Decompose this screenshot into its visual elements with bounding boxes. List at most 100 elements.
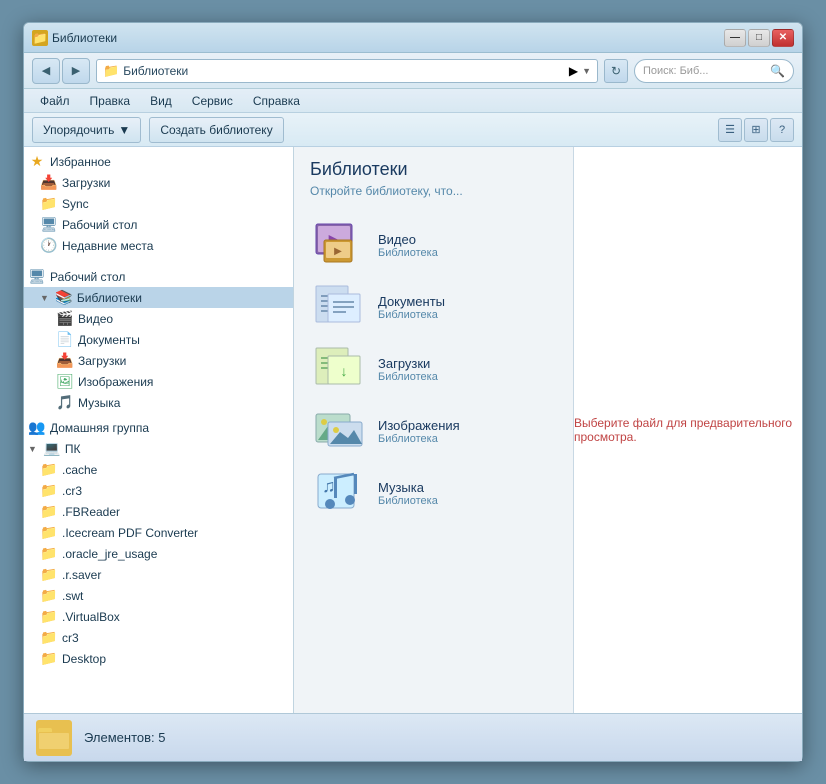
tree-item-pc[interactable]: ▼ 💻 ПК (24, 438, 293, 459)
lib-icon-downloads: ↓ (314, 346, 366, 392)
tree-item-swt[interactable]: 📁 .swt (24, 585, 293, 606)
swt-label: .swt (62, 589, 83, 603)
sync-label: Sync (62, 197, 89, 211)
tree-item-recent[interactable]: 🕐 Недавние места (24, 235, 293, 256)
lib-type-docs: Библиотека (378, 309, 445, 321)
libraries-icon: 📚 (55, 289, 73, 306)
status-text: Элементов: 5 (84, 730, 165, 745)
lib-name-docs: Документы (378, 294, 445, 309)
view-icons-button[interactable]: ⊞ (744, 118, 768, 142)
docs-label: Документы (78, 333, 140, 347)
search-box[interactable]: Поиск: Биб... 🔍 (634, 59, 794, 83)
lib-item-downloads[interactable]: ↓ Загрузки Библиотека (310, 338, 557, 400)
tree-item-homegroup[interactable]: 👥 Домашняя группа (24, 417, 293, 438)
close-button[interactable]: ✕ (772, 29, 794, 47)
menu-file[interactable]: Файл (32, 92, 78, 110)
tree-item-video[interactable]: 🎬 Видео (24, 308, 293, 329)
desktop-fav-label: Рабочий стол (62, 218, 137, 232)
recent-label: Недавние места (62, 239, 153, 253)
tree-item-desktop-pc[interactable]: 📁 Desktop (24, 648, 293, 669)
back-button[interactable]: ◀ (32, 58, 60, 84)
tree-item-icecream[interactable]: 📁 .Icecream PDF Converter (24, 522, 293, 543)
forward-button[interactable]: ▶ (62, 58, 90, 84)
lib-name-video: Видео (378, 232, 438, 247)
tree-item-cr3-2[interactable]: 📁 cr3 (24, 627, 293, 648)
video-label: Видео (78, 312, 113, 326)
recent-icon: 🕐 (40, 237, 58, 254)
menubar: Файл Правка Вид Сервис Справка (24, 89, 802, 113)
tree-item-oracle[interactable]: 📁 .oracle_jre_usage (24, 543, 293, 564)
downloads-label: Загрузки (62, 176, 110, 190)
address-path: Библиотеки (123, 64, 565, 78)
tree-item-cache[interactable]: 📁 .cache (24, 459, 293, 480)
desktop-icon: 🖥 (28, 268, 46, 285)
cache-label: .cache (62, 463, 97, 477)
icecream-icon: 📁 (40, 524, 58, 541)
virtualbox-label: .VirtualBox (62, 610, 120, 624)
menu-edit[interactable]: Правка (82, 92, 139, 110)
window-icon: 📁 (32, 30, 48, 46)
lib-icon-music: ♫ (314, 470, 366, 516)
lib-type-images: Библиотека (378, 433, 460, 445)
preview-text: Выберите файл для предварительного просм… (574, 416, 802, 444)
lib-item-video[interactable]: ▶ ▶ Видео Библиотека (310, 214, 557, 276)
tree-item-desktop-fav[interactable]: 🖥 Рабочий стол (24, 214, 293, 235)
svg-text:▶: ▶ (334, 246, 342, 257)
address-box[interactable]: 📁 Библиотеки ▶ ▼ (96, 59, 598, 83)
address-dropdown-icon[interactable]: ▼ (582, 66, 591, 76)
tree-item-cr3[interactable]: 📁 .cr3 (24, 480, 293, 501)
tree-item-music[interactable]: 🎵 Музыка (24, 392, 293, 413)
minimize-button[interactable]: — (724, 29, 746, 47)
svg-text:♫: ♫ (322, 476, 336, 496)
tree-panel: ★ Избранное 📥 Загрузки 📁 Sync 🖥 Рабочий … (24, 147, 294, 713)
images-label: Изображения (78, 375, 153, 389)
view-details-button[interactable]: ☰ (718, 118, 742, 142)
tree-item-desktop[interactable]: 🖥 Рабочий стол (24, 266, 293, 287)
menu-help[interactable]: Справка (245, 92, 308, 110)
tree-item-favorites[interactable]: ★ Избранное (24, 151, 293, 172)
toolbar: Упорядочить ▼ Создать библиотеку ☰ ⊞ ? (24, 113, 802, 147)
lib-item-music[interactable]: ♫ Музыка Библиотека (310, 462, 557, 524)
tree-item-images[interactable]: 🖼 Изображения (24, 371, 293, 392)
view-buttons: ☰ ⊞ ? (718, 118, 794, 142)
lib-info-images: Изображения Библиотека (378, 418, 460, 445)
lib-info-music: Музыка Библиотека (378, 480, 438, 507)
swt-icon: 📁 (40, 587, 58, 604)
tree-item-rsaver[interactable]: 📁 .r.saver (24, 564, 293, 585)
libraries-expand-icon: ▼ (40, 293, 49, 303)
organize-arrow: ▼ (118, 123, 130, 137)
tree-item-virtualbox[interactable]: 📁 .VirtualBox (24, 606, 293, 627)
create-library-button[interactable]: Создать библиотеку (149, 117, 283, 143)
tree-item-sync[interactable]: 📁 Sync (24, 193, 293, 214)
maximize-button[interactable]: □ (748, 29, 770, 47)
refresh-button[interactable]: ↻ (604, 59, 628, 83)
address-arrow: ▶ (569, 64, 578, 78)
addressbar: ◀ ▶ 📁 Библиотеки ▶ ▼ ↻ Поиск: Биб... 🔍 (24, 53, 802, 89)
lib-type-music: Библиотека (378, 495, 438, 507)
titlebar-left: 📁 Библиотеки (32, 30, 117, 46)
downloads-icon: 📥 (40, 174, 58, 191)
desktop-pc-label: Desktop (62, 652, 106, 666)
search-placeholder: Поиск: Биб... (643, 65, 766, 77)
lib-info-video: Видео Библиотека (378, 232, 438, 259)
icecream-label: .Icecream PDF Converter (62, 526, 198, 540)
tree-item-fbreader[interactable]: 📁 .FBReader (24, 501, 293, 522)
tree-item-docs[interactable]: 📄 Документы (24, 329, 293, 350)
tree-item-downloads2[interactable]: 📥 Загрузки (24, 350, 293, 371)
view-help-button[interactable]: ? (770, 118, 794, 142)
menu-service[interactable]: Сервис (184, 92, 241, 110)
menu-view[interactable]: Вид (142, 92, 180, 110)
lib-type-video: Библиотека (378, 247, 438, 259)
cr3-label: .cr3 (62, 484, 82, 498)
lib-icon-docs (314, 284, 366, 330)
lib-item-docs[interactable]: Документы Библиотека (310, 276, 557, 338)
music-label: Музыка (78, 396, 120, 410)
lib-name-music: Музыка (378, 480, 438, 495)
lib-item-images[interactable]: Изображения Библиотека (310, 400, 557, 462)
lib-type-downloads: Библиотека (378, 371, 438, 383)
organize-button[interactable]: Упорядочить ▼ (32, 117, 141, 143)
pc-icon: 💻 (43, 440, 61, 457)
fbreader-icon: 📁 (40, 503, 58, 520)
tree-item-downloads[interactable]: 📥 Загрузки (24, 172, 293, 193)
tree-item-libraries[interactable]: ▼ 📚 Библиотеки (24, 287, 293, 308)
